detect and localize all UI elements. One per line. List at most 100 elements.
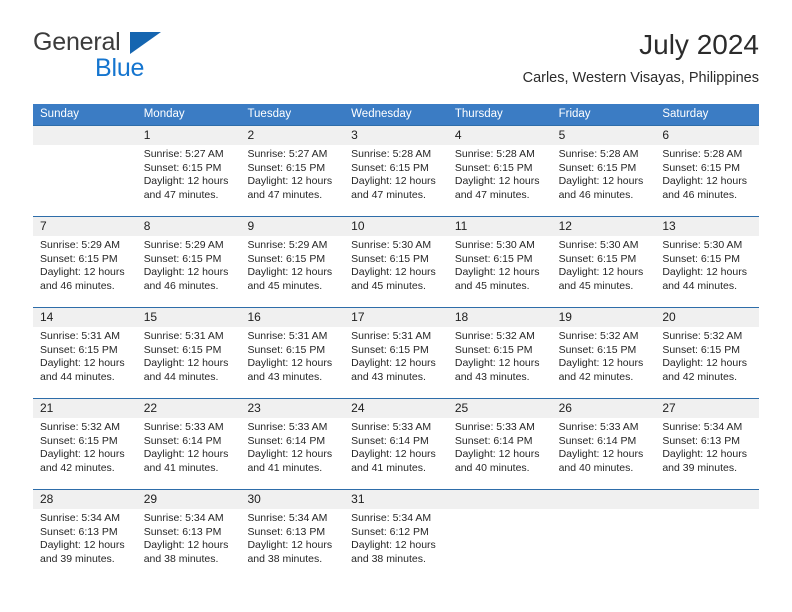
- day-cell[interactable]: [448, 509, 552, 580]
- day-cell[interactable]: Sunrise: 5:28 AM Sunset: 6:15 PM Dayligh…: [344, 145, 448, 216]
- day-cell[interactable]: Sunrise: 5:31 AM Sunset: 6:15 PM Dayligh…: [240, 327, 344, 398]
- sunset-text: Sunset: 6:15 PM: [143, 252, 222, 265]
- day-number: 31: [351, 492, 365, 506]
- sunrise-text: Sunrise: 5:34 AM: [351, 512, 432, 524]
- day-cell[interactable]: Sunrise: 5:32 AM Sunset: 6:15 PM Dayligh…: [448, 327, 552, 398]
- day-number: [552, 490, 656, 509]
- daylight-text: Daylight: 12 hours and 47 minutes.: [351, 175, 436, 201]
- sunrise-text: Sunrise: 5:27 AM: [247, 148, 328, 160]
- day-cell[interactable]: Sunrise: 5:28 AM Sunset: 6:15 PM Dayligh…: [655, 145, 759, 216]
- daylight-text: Daylight: 12 hours and 46 minutes.: [143, 266, 229, 292]
- calendar-week-row: 14 15 16 17 18 19 20 Sunrise: 5:31 AM Su…: [33, 307, 759, 398]
- page-subtitle: Carles, Western Visayas, Philippines: [522, 70, 759, 86]
- day-cell[interactable]: Sunrise: 5:32 AM Sunset: 6:15 PM Dayligh…: [33, 418, 137, 489]
- day-number: [33, 126, 137, 145]
- day-cell[interactable]: [655, 509, 759, 580]
- week-day-numbers: 21 22 23 24 25 26 27: [33, 399, 759, 418]
- day-cell[interactable]: Sunrise: 5:34 AM Sunset: 6:13 PM Dayligh…: [137, 509, 241, 580]
- daylight-text: Daylight: 12 hours and 39 minutes.: [40, 539, 125, 565]
- daylight-text: Daylight: 12 hours and 43 minutes.: [247, 357, 333, 383]
- day-cell[interactable]: Sunrise: 5:29 AM Sunset: 6:15 PM Dayligh…: [33, 236, 137, 307]
- daylight-text: Daylight: 12 hours and 43 minutes.: [454, 357, 540, 383]
- day-cell[interactable]: Sunrise: 5:33 AM Sunset: 6:14 PM Dayligh…: [240, 418, 344, 489]
- day-cell[interactable]: Sunrise: 5:31 AM Sunset: 6:15 PM Dayligh…: [137, 327, 241, 398]
- day-cell[interactable]: Sunrise: 5:30 AM Sunset: 6:15 PM Dayligh…: [655, 236, 759, 307]
- sunrise-text: Sunrise: 5:28 AM: [662, 148, 743, 160]
- sunset-text: Sunset: 6:15 PM: [558, 252, 637, 265]
- day-cell[interactable]: Sunrise: 5:30 AM Sunset: 6:15 PM Dayligh…: [552, 236, 656, 307]
- day-cell[interactable]: Sunrise: 5:29 AM Sunset: 6:15 PM Dayligh…: [240, 236, 344, 307]
- day-number: 11: [454, 219, 468, 233]
- day-cell[interactable]: Sunrise: 5:30 AM Sunset: 6:15 PM Dayligh…: [448, 236, 552, 307]
- week-day-details: Sunrise: 5:31 AM Sunset: 6:15 PM Dayligh…: [33, 327, 759, 398]
- day-cell[interactable]: Sunrise: 5:29 AM Sunset: 6:15 PM Dayligh…: [137, 236, 241, 307]
- sunset-text: Sunset: 6:13 PM: [143, 525, 222, 538]
- day-cell[interactable]: Sunrise: 5:34 AM Sunset: 6:12 PM Dayligh…: [344, 509, 448, 580]
- calendar-week-row: 21 22 23 24 25 26 27 Sunrise: 5:32 AM Su…: [33, 398, 759, 489]
- sunrise-text: Sunrise: 5:29 AM: [40, 239, 120, 251]
- brand-logo[interactable]: General Blue: [33, 28, 253, 90]
- daylight-text: Daylight: 12 hours and 41 minutes.: [143, 448, 229, 474]
- day-cell[interactable]: Sunrise: 5:30 AM Sunset: 6:15 PM Dayligh…: [344, 236, 448, 307]
- daylight-text: Daylight: 12 hours and 42 minutes.: [558, 357, 644, 383]
- sunset-text: Sunset: 6:15 PM: [454, 161, 533, 174]
- daylight-text: Daylight: 12 hours and 46 minutes.: [40, 266, 125, 292]
- sunset-text: Sunset: 6:13 PM: [662, 434, 740, 447]
- sunrise-text: Sunrise: 5:27 AM: [143, 148, 224, 160]
- daylight-text: Daylight: 12 hours and 38 minutes.: [143, 539, 229, 565]
- day-number: 13: [662, 219, 676, 233]
- day-cell[interactable]: [33, 145, 137, 216]
- day-cell[interactable]: Sunrise: 5:32 AM Sunset: 6:15 PM Dayligh…: [552, 327, 656, 398]
- day-cell[interactable]: [552, 509, 656, 580]
- week-day-numbers: 1 2 3 4 5 6: [33, 126, 759, 145]
- daylight-text: Daylight: 12 hours and 45 minutes.: [351, 266, 436, 292]
- sunrise-text: Sunrise: 5:31 AM: [143, 330, 224, 342]
- day-cell[interactable]: Sunrise: 5:33 AM Sunset: 6:14 PM Dayligh…: [344, 418, 448, 489]
- week-day-details: Sunrise: 5:34 AM Sunset: 6:13 PM Dayligh…: [33, 509, 759, 580]
- sunrise-text: Sunrise: 5:33 AM: [351, 421, 432, 433]
- sunset-text: Sunset: 6:15 PM: [558, 161, 637, 174]
- sunrise-text: Sunrise: 5:34 AM: [662, 421, 743, 433]
- daylight-text: Daylight: 12 hours and 39 minutes.: [662, 448, 747, 474]
- title-block: July 2024 Carles, Western Visayas, Phili…: [523, 28, 759, 88]
- day-number: [655, 490, 759, 509]
- day-number: 2: [247, 128, 255, 142]
- daylight-text: Daylight: 12 hours and 45 minutes.: [454, 266, 540, 292]
- day-cell[interactable]: Sunrise: 5:34 AM Sunset: 6:13 PM Dayligh…: [240, 509, 344, 580]
- day-cell[interactable]: Sunrise: 5:28 AM Sunset: 6:15 PM Dayligh…: [448, 145, 552, 216]
- calendar-week-row: 28 29 30 31 Sunrise: 5:34 AM Sunset: 6:1…: [33, 489, 759, 580]
- sunrise-text: Sunrise: 5:31 AM: [247, 330, 328, 342]
- calendar-week-row: 1 2 3 4 5 6 Sunrise: 5:27 AM Sunset: 6:1…: [33, 125, 759, 216]
- week-day-numbers: 28 29 30 31: [33, 490, 759, 509]
- day-number: 20: [662, 310, 676, 324]
- day-cell[interactable]: Sunrise: 5:31 AM Sunset: 6:15 PM Dayligh…: [33, 327, 137, 398]
- sunset-text: Sunset: 6:15 PM: [351, 343, 429, 356]
- calendar-grid: Sunday Monday Tuesday Wednesday Thursday…: [33, 104, 759, 580]
- day-cell[interactable]: Sunrise: 5:33 AM Sunset: 6:14 PM Dayligh…: [137, 418, 241, 489]
- daylight-text: Daylight: 12 hours and 44 minutes.: [662, 266, 747, 292]
- brand-name-blue: Blue: [95, 54, 145, 82]
- sunrise-text: Sunrise: 5:29 AM: [247, 239, 328, 251]
- day-cell[interactable]: Sunrise: 5:28 AM Sunset: 6:15 PM Dayligh…: [552, 145, 656, 216]
- week-day-details: Sunrise: 5:29 AM Sunset: 6:15 PM Dayligh…: [33, 236, 759, 307]
- day-cell[interactable]: Sunrise: 5:27 AM Sunset: 6:15 PM Dayligh…: [137, 145, 241, 216]
- day-cell[interactable]: Sunrise: 5:33 AM Sunset: 6:14 PM Dayligh…: [448, 418, 552, 489]
- day-cell[interactable]: Sunrise: 5:32 AM Sunset: 6:15 PM Dayligh…: [655, 327, 759, 398]
- day-number: 4: [454, 128, 462, 142]
- day-number: 5: [558, 128, 566, 142]
- day-cell[interactable]: Sunrise: 5:34 AM Sunset: 6:13 PM Dayligh…: [655, 418, 759, 489]
- sunrise-text: Sunrise: 5:34 AM: [247, 512, 328, 524]
- day-cell[interactable]: Sunrise: 5:27 AM Sunset: 6:15 PM Dayligh…: [240, 145, 344, 216]
- day-cell[interactable]: Sunrise: 5:31 AM Sunset: 6:15 PM Dayligh…: [344, 327, 448, 398]
- sunset-text: Sunset: 6:15 PM: [247, 252, 326, 265]
- daylight-text: Daylight: 12 hours and 40 minutes.: [454, 448, 540, 474]
- sunrise-text: Sunrise: 5:33 AM: [454, 421, 535, 433]
- day-number: 18: [454, 310, 469, 324]
- daylight-text: Daylight: 12 hours and 44 minutes.: [143, 357, 229, 383]
- day-cell[interactable]: Sunrise: 5:34 AM Sunset: 6:13 PM Dayligh…: [33, 509, 137, 580]
- daylight-text: Daylight: 12 hours and 46 minutes.: [558, 175, 644, 201]
- day-cell[interactable]: Sunrise: 5:33 AM Sunset: 6:14 PM Dayligh…: [552, 418, 656, 489]
- sunset-text: Sunset: 6:15 PM: [247, 161, 326, 174]
- daylight-text: Daylight: 12 hours and 38 minutes.: [247, 539, 333, 565]
- sunrise-text: Sunrise: 5:32 AM: [454, 330, 535, 342]
